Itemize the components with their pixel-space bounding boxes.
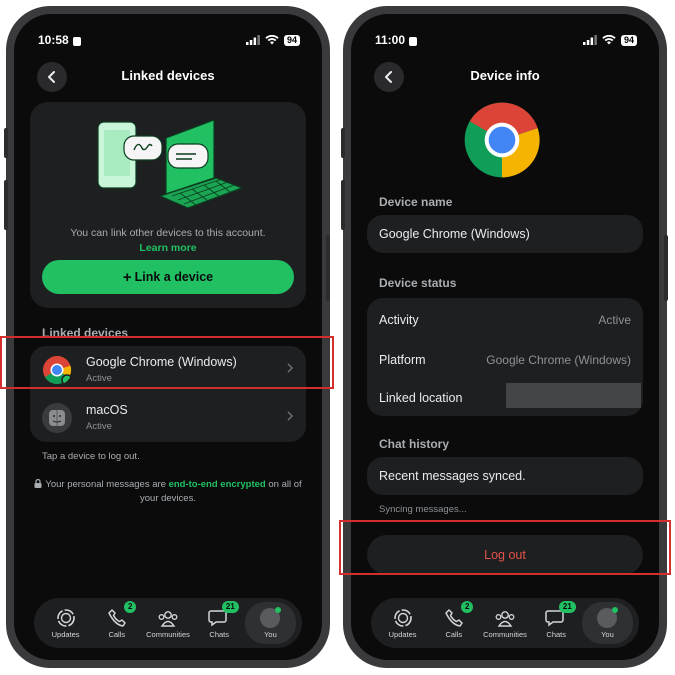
nav-label: You — [601, 629, 614, 639]
platform-label: Platform — [379, 352, 426, 367]
page-title: Device info — [470, 68, 540, 83]
chrome-icon — [464, 102, 540, 178]
finder-icon — [42, 403, 72, 433]
chats-badge: 21 — [221, 600, 239, 613]
logout-hint: Tap a device to log out. — [42, 451, 140, 462]
avatar — [260, 606, 282, 628]
platform-row: Platform Google Chrome (Windows) — [367, 340, 643, 379]
linked-location-label: Linked location — [379, 390, 463, 405]
online-dot — [275, 606, 282, 613]
status-icons: 94 — [582, 34, 637, 46]
chevron-right-icon — [287, 411, 294, 421]
link-device-button[interactable]: + Link a device — [42, 260, 294, 294]
nav-chats[interactable]: 21 Chats — [531, 600, 582, 639]
wifi-icon — [602, 35, 616, 45]
chats-badge: 21 — [558, 600, 576, 613]
phone-button — [4, 128, 8, 158]
link-device-card: You can link other devices to this accou… — [30, 102, 306, 308]
nav-updates[interactable]: Updates — [40, 608, 91, 639]
nav-label: Calls — [445, 629, 463, 639]
nav-label: Communities — [483, 629, 527, 639]
nav-communities[interactable]: Communities — [479, 608, 530, 639]
activity-row: Activity Active — [367, 300, 643, 339]
phone-button — [341, 128, 345, 158]
device-name-value: Google Chrome (Windows) — [379, 227, 530, 241]
updates-icon — [56, 608, 75, 627]
syncing-status: Syncing messages... — [379, 504, 467, 515]
calls-icon — [445, 608, 463, 627]
e2e-link[interactable]: end-to-end encrypted — [169, 479, 266, 490]
platform-value: Google Chrome (Windows) — [486, 352, 631, 367]
avatar — [597, 606, 619, 628]
id-icon — [72, 36, 81, 46]
id-icon — [409, 36, 418, 46]
link-devices-illustration — [97, 119, 242, 208]
device-name-field: Google Chrome (Windows) — [367, 215, 643, 253]
device-status-heading: Device status — [379, 276, 457, 290]
phone-button — [4, 180, 8, 230]
phone-button — [326, 235, 330, 301]
bottom-nav: Updates 2 Calls Communities 21 Chats You — [371, 598, 639, 648]
nav-label: Updates — [388, 629, 417, 639]
phone-button — [341, 180, 345, 230]
signal-icon — [245, 35, 260, 45]
nav-calls[interactable]: 2 Calls — [428, 600, 479, 639]
chat-history-value: Recent messages synced. — [379, 469, 526, 483]
nav-calls[interactable]: 2 Calls — [91, 600, 142, 639]
highlight-chrome-row — [0, 336, 334, 389]
calls-badge: 2 — [460, 600, 474, 613]
activity-value: Active — [598, 312, 631, 327]
communities-icon — [495, 610, 515, 627]
bottom-nav: Updates 2 Calls Communities 21 Chats You — [34, 598, 302, 648]
status-time: 10:58 — [38, 33, 69, 47]
battery-indicator: 94 — [283, 34, 300, 46]
encryption-notice: Your personal messages are end-to-end en… — [32, 478, 304, 506]
calls-icon — [108, 608, 126, 627]
plus-icon: + — [122, 268, 132, 286]
link-device-label: Link a device — [134, 270, 214, 284]
device-name: macOS — [86, 403, 128, 417]
updates-icon — [393, 608, 412, 627]
nav-communities[interactable]: Communities — [142, 608, 193, 639]
device-row-macos[interactable]: macOS Active — [30, 394, 306, 442]
signal-icon — [582, 35, 597, 45]
status-bar: 10:58 94 — [38, 32, 300, 48]
page-title: Linked devices — [121, 68, 215, 83]
learn-more-link[interactable]: Learn more — [30, 242, 306, 254]
communities-icon — [158, 610, 178, 627]
lock-icon — [34, 478, 42, 488]
highlight-logout — [339, 520, 671, 575]
nav-updates[interactable]: Updates — [377, 608, 428, 639]
link-description: You can link other devices to this accou… — [70, 227, 266, 239]
redacted-location — [506, 383, 641, 408]
activity-label: Activity — [379, 312, 419, 327]
device-name-heading: Device name — [379, 195, 453, 209]
status-icons: 94 — [245, 34, 300, 46]
nav-label: Communities — [146, 629, 190, 639]
calls-badge: 2 — [123, 600, 137, 613]
nav-you[interactable]: You — [244, 602, 297, 644]
nav-chats[interactable]: 21 Chats — [194, 600, 245, 639]
battery-indicator: 94 — [620, 34, 637, 46]
nav-label: Calls — [108, 629, 126, 639]
status-bar: 11:00 94 — [375, 32, 637, 48]
chat-history-heading: Chat history — [379, 437, 450, 451]
status-time: 11:00 — [375, 33, 406, 47]
nav-label: Updates — [51, 629, 80, 639]
online-dot — [612, 606, 619, 613]
nav-label: You — [264, 629, 277, 639]
chat-history-field: Recent messages synced. — [367, 457, 643, 495]
e2e-prefix: Your personal messages are — [45, 479, 169, 490]
nav-label: Chats — [546, 629, 566, 639]
device-status: Active — [86, 421, 112, 432]
wifi-icon — [265, 35, 279, 45]
phone-button — [664, 235, 668, 301]
nav-you[interactable]: You — [581, 602, 634, 644]
nav-label: Chats — [209, 629, 229, 639]
